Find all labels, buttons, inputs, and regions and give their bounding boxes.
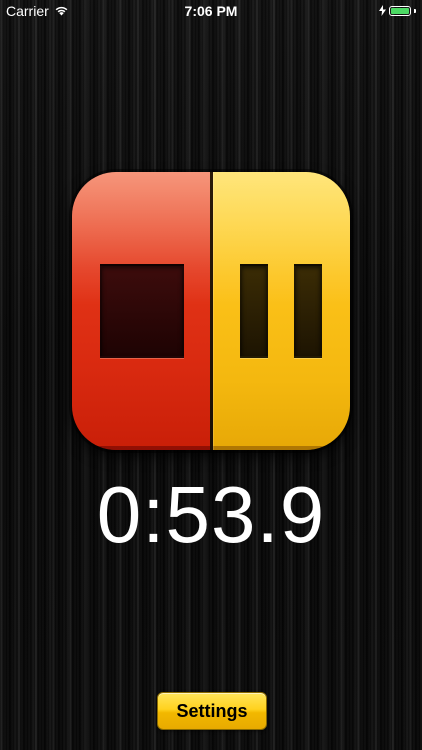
- wifi-icon: [54, 3, 69, 19]
- battery-icon: [389, 6, 411, 16]
- settings-button[interactable]: Settings: [157, 692, 267, 730]
- battery-fill: [391, 8, 409, 14]
- battery-tip: [414, 9, 416, 13]
- pause-bar-right: [293, 264, 322, 358]
- status-right: [379, 3, 422, 19]
- pause-bar-left: [239, 264, 268, 358]
- charging-icon: [379, 3, 386, 19]
- status-bar: Carrier 7:06 PM: [0, 0, 422, 22]
- stop-pause-control: [72, 172, 350, 450]
- timer-display: 0:53.9: [96, 470, 326, 559]
- pause-button[interactable]: [211, 172, 350, 450]
- status-left: Carrier: [0, 3, 69, 19]
- stop-icon: [99, 264, 184, 358]
- carrier-label: Carrier: [6, 3, 49, 19]
- control-divider: [210, 172, 213, 450]
- stop-button[interactable]: [72, 172, 211, 450]
- pause-icon: [239, 264, 322, 358]
